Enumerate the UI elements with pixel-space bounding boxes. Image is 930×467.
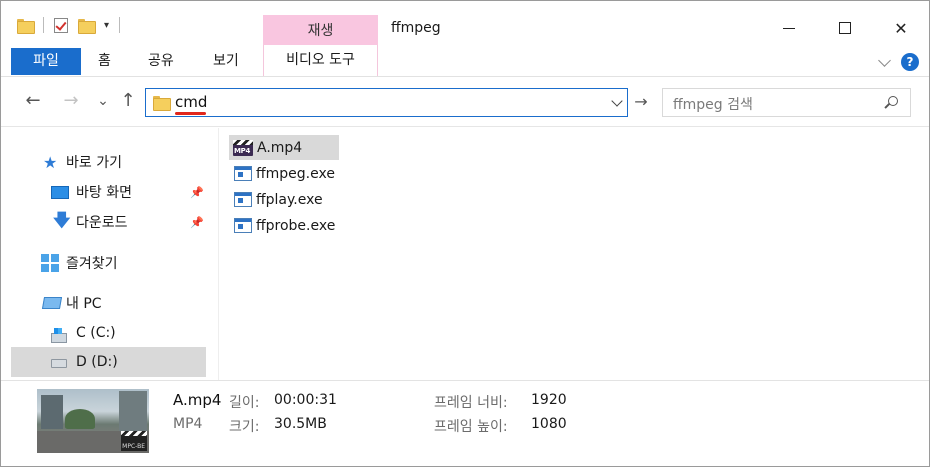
size-value: 30.5MB bbox=[274, 416, 327, 432]
quick-access-toolbar: ▾ bbox=[17, 17, 121, 34]
minimize-icon bbox=[783, 27, 795, 29]
search-box[interactable]: ffmpeg 검색 bbox=[662, 88, 911, 117]
toolbar-divider bbox=[119, 17, 121, 33]
sidebar-item-label: D (D:) bbox=[76, 354, 118, 370]
file-name: ffmpeg.exe bbox=[256, 165, 335, 182]
drive-c-icon bbox=[51, 328, 67, 343]
tab-video-tools[interactable]: 비디오 도구 bbox=[263, 45, 378, 76]
search-input[interactable]: ffmpeg 검색 bbox=[673, 94, 753, 114]
drive-d-icon bbox=[51, 359, 67, 368]
frame-width-label: 프레임 너비: bbox=[434, 395, 508, 411]
ribbon-right-controls: ? bbox=[878, 53, 919, 71]
sidebar-item-favorites[interactable]: 즐겨찾기 bbox=[11, 248, 206, 278]
window-title: ffmpeg bbox=[391, 20, 441, 36]
thumbnail-building bbox=[41, 395, 63, 429]
tab-view[interactable]: 보기 bbox=[213, 48, 239, 75]
navigation-bar: ← → ⌄ ↑ cmd → ffmpeg 검색 bbox=[1, 77, 929, 127]
close-icon: ✕ bbox=[894, 18, 908, 38]
details-file-type: MP4 bbox=[173, 416, 203, 432]
tab-home[interactable]: 홈 bbox=[98, 48, 111, 75]
details-file-name: A.mp4 bbox=[173, 391, 222, 409]
toolbar-divider bbox=[43, 17, 44, 33]
size-label: 크기: bbox=[229, 419, 260, 435]
exe-file-icon bbox=[234, 166, 252, 181]
favorites-icon bbox=[41, 254, 59, 272]
exe-file-icon bbox=[234, 218, 252, 233]
download-icon: 🡇 bbox=[53, 210, 71, 231]
spellcheck-underline bbox=[175, 112, 206, 115]
details-pane: MPC-BE A.mp4 MP4 길이: 00:00:31 크기: 30.5MB… bbox=[1, 380, 929, 466]
address-bar[interactable]: cmd bbox=[145, 88, 628, 117]
length-value: 00:00:31 bbox=[274, 392, 337, 408]
file-name: ffplay.exe bbox=[256, 191, 323, 208]
up-button[interactable]: ↑ bbox=[118, 90, 138, 112]
folder-icon bbox=[153, 96, 171, 111]
computer-icon bbox=[41, 297, 63, 309]
sidebar-item-label: 내 PC bbox=[66, 296, 102, 312]
pin-icon: 📌 bbox=[190, 186, 204, 199]
file-explorer-window: ▾ 재생 ffmpeg ✕ 파일 홈 공유 보기 비디오 도구 ? ← → ⌄ … bbox=[0, 0, 930, 467]
chevron-down-icon[interactable] bbox=[611, 95, 623, 107]
video-file-icon bbox=[233, 139, 253, 156]
sidebar-item-label: C (C:) bbox=[76, 325, 116, 341]
maximize-icon bbox=[839, 22, 851, 34]
go-button[interactable]: → bbox=[631, 90, 651, 114]
list-item[interactable]: ffplay.exe bbox=[229, 187, 323, 212]
ribbon-tabs: 파일 홈 공유 보기 비디오 도구 ? bbox=[1, 45, 929, 77]
properties-icon[interactable] bbox=[54, 17, 68, 33]
new-folder-icon[interactable] bbox=[78, 18, 96, 34]
pin-icon: 📌 bbox=[190, 216, 204, 229]
sidebar-item-this-pc[interactable]: 내 PC bbox=[11, 288, 206, 318]
forward-button[interactable]: → bbox=[61, 90, 81, 112]
sidebar-item-drive-c[interactable]: C (C:) bbox=[11, 318, 206, 348]
file-name: A.mp4 bbox=[257, 139, 303, 156]
desktop-icon bbox=[51, 185, 69, 199]
sidebar-item-label: 바로 가기 bbox=[66, 155, 122, 171]
address-input[interactable]: cmd bbox=[175, 93, 207, 111]
sidebar-item-label: 다운로드 bbox=[76, 215, 128, 231]
minimize-button[interactable] bbox=[761, 11, 817, 45]
sidebar-item-label: 즐겨찾기 bbox=[66, 256, 118, 272]
close-button[interactable]: ✕ bbox=[873, 11, 929, 45]
sidebar-item-quick-access[interactable]: ★ 바로 가기 bbox=[11, 147, 206, 177]
exe-file-icon bbox=[234, 192, 252, 207]
help-icon[interactable]: ? bbox=[901, 53, 919, 71]
folder-icon[interactable] bbox=[17, 18, 35, 34]
sidebar-item-drive-d[interactable]: D (D:) bbox=[11, 347, 206, 377]
customize-toolbar-icon[interactable]: ▾ bbox=[104, 20, 109, 31]
thumbnail-tree bbox=[65, 409, 95, 429]
length-label: 길이: bbox=[229, 395, 260, 411]
tab-share[interactable]: 공유 bbox=[148, 48, 174, 75]
title-bar: ▾ 재생 ffmpeg ✕ bbox=[1, 1, 929, 45]
file-list: A.mp4 ffmpeg.exe ffplay.exe ffprobe.exe bbox=[220, 128, 929, 380]
recent-locations-button[interactable]: ⌄ bbox=[93, 90, 113, 112]
search-icon[interactable] bbox=[888, 96, 898, 106]
thumbnail-badge: MPC-BE bbox=[122, 443, 145, 450]
tab-file[interactable]: 파일 bbox=[11, 48, 81, 75]
thumbnail-building bbox=[119, 391, 147, 431]
navigation-pane: ★ 바로 가기 바탕 화면 📌 🡇 다운로드 📌 즐겨찾기 내 PC C (C:… bbox=[1, 128, 219, 380]
context-tab-header: 재생 bbox=[263, 15, 378, 45]
list-item[interactable]: ffprobe.exe bbox=[229, 213, 335, 238]
window-controls: ✕ bbox=[761, 11, 929, 45]
frame-height-label: 프레임 높이: bbox=[434, 419, 508, 435]
maximize-button[interactable] bbox=[817, 11, 873, 45]
list-item[interactable]: ffmpeg.exe bbox=[229, 161, 335, 186]
star-icon: ★ bbox=[43, 152, 58, 172]
frame-width-value: 1920 bbox=[531, 392, 567, 408]
sidebar-item-label: 바탕 화면 bbox=[76, 185, 132, 201]
frame-height-value: 1080 bbox=[531, 416, 567, 432]
file-name: ffprobe.exe bbox=[256, 217, 336, 234]
sidebar-item-desktop[interactable]: 바탕 화면 📌 bbox=[11, 177, 206, 207]
sidebar-item-downloads[interactable]: 🡇 다운로드 📌 bbox=[11, 207, 206, 237]
video-thumbnail: MPC-BE bbox=[37, 389, 149, 453]
expand-ribbon-icon[interactable] bbox=[878, 53, 891, 67]
back-button[interactable]: ← bbox=[23, 90, 43, 112]
list-item[interactable]: A.mp4 bbox=[229, 135, 339, 160]
